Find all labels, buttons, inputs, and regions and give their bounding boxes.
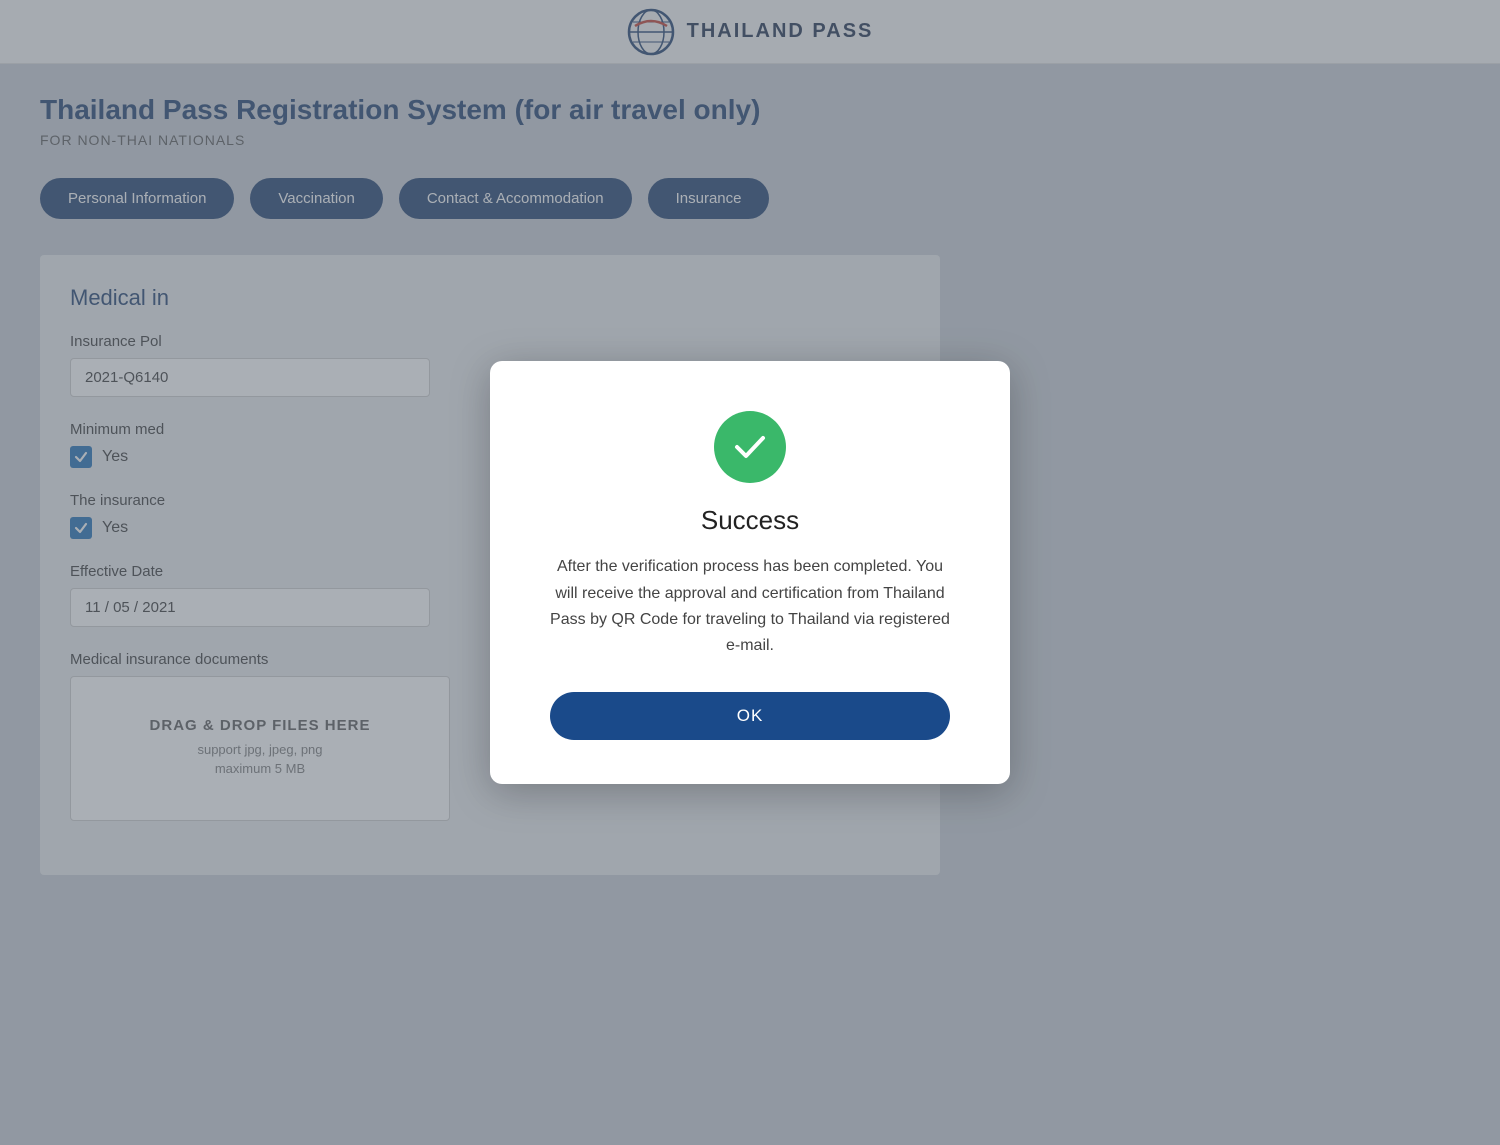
modal-title: Success <box>550 505 950 536</box>
checkmark-icon <box>731 428 769 466</box>
modal-message: After the verification process has been … <box>550 554 950 660</box>
success-icon <box>714 411 786 483</box>
modal-ok-button[interactable]: OK <box>550 692 950 740</box>
modal-overlay: Success After the verification process h… <box>0 0 1500 1145</box>
success-modal: Success After the verification process h… <box>490 361 1010 784</box>
